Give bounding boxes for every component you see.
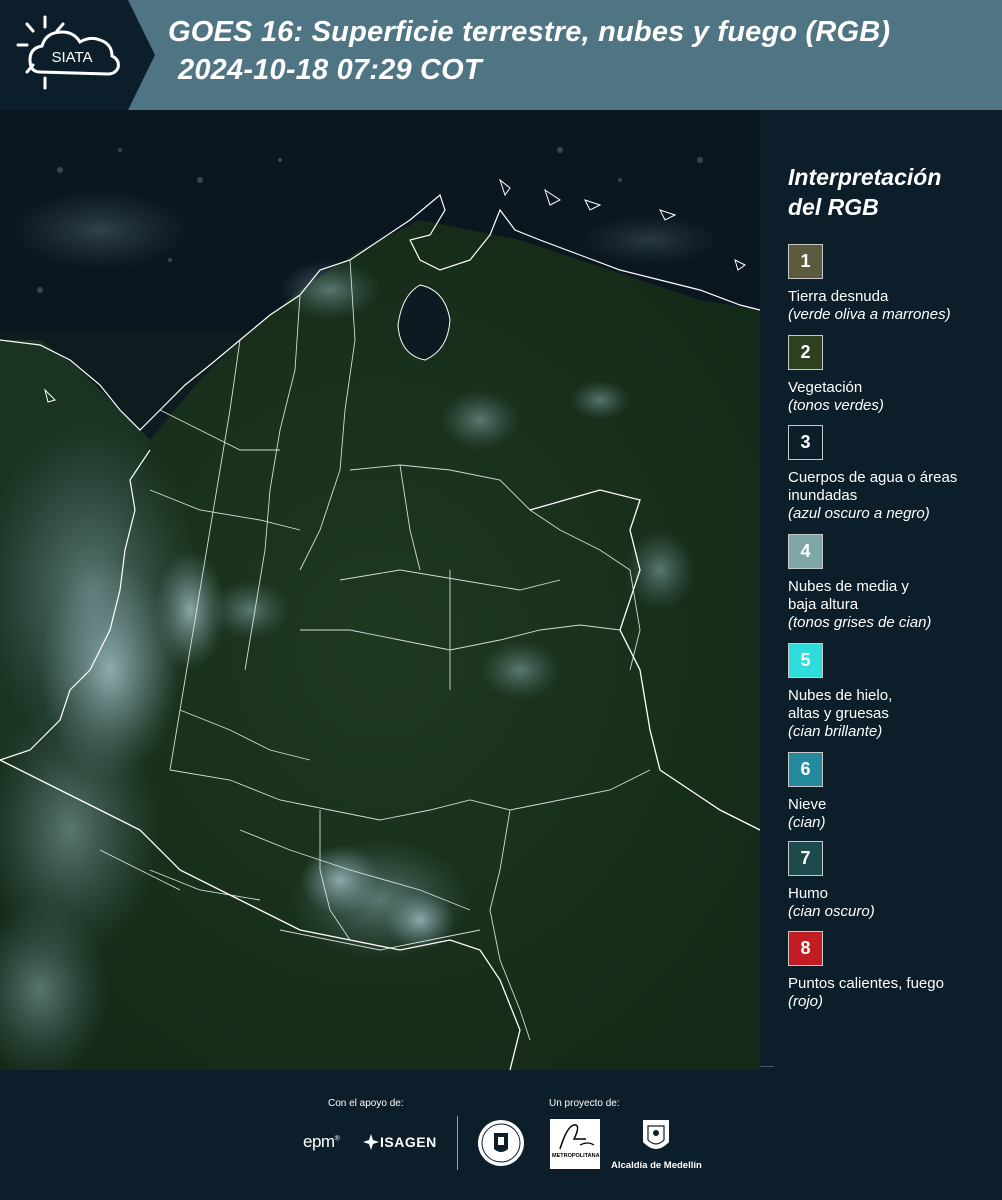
alcaldia-shield-icon (641, 1118, 671, 1156)
legend-item-2: 2 Vegetación (tonos verdes) (788, 335, 998, 415)
satellite-map[interactable] (0, 110, 760, 1070)
project-label: Un proyecto de: (549, 1098, 620, 1109)
legend-item-1: 1 Tierra desnuda (verde oliva a marrones… (788, 244, 998, 324)
divider (760, 1066, 774, 1067)
header: SIATA GOES 16: Superficie terrestre, nub… (0, 0, 1002, 110)
legend-item-8: 8 Puntos calientes, fuego (rojo) (788, 931, 998, 1011)
legend-item-5: 5 Nubes de hielo, altas y gruesas (cian … (788, 643, 998, 741)
legend-item-sub: (azul oscuro a negro) (788, 505, 930, 522)
legend-item-7: 7 Humo (cian oscuro) (788, 841, 998, 921)
legend-swatch: 4 (788, 534, 823, 569)
legend-panel: Interpretación del RGB 1 Tierra desnuda … (760, 110, 1002, 1070)
legend-swatch: 3 (788, 425, 823, 460)
legend-item-sub: (cian) (788, 814, 826, 831)
legend-title-line-1: Interpretación (788, 164, 942, 190)
legend-swatch: 5 (788, 643, 823, 678)
legend-swatch: 6 (788, 752, 823, 787)
legend-item-label: Puntos calientes, fuego (788, 975, 944, 992)
legend-item-sub: (rojo) (788, 993, 824, 1010)
epm-logo-text: epm (303, 1132, 335, 1151)
legend-title: Interpretación del RGB (788, 162, 988, 222)
title-line-1: GOES 16: Superficie terrestre, nubes y f… (168, 16, 891, 48)
support-label: Con el apoyo de: (328, 1098, 404, 1109)
university-seal-icon (477, 1119, 525, 1167)
legend-item-6: 6 Nieve (cian) (788, 752, 998, 832)
alcaldia-text: Alcaldía de Medellín (611, 1160, 702, 1171)
legend-swatch: 2 (788, 335, 823, 370)
legend-item-label: Humo (788, 885, 829, 902)
legend-item-label: Cuerpos de agua o áreas inundadas (788, 469, 958, 504)
area-metropolitana-icon (559, 1124, 595, 1150)
legend-swatch: 8 (788, 931, 823, 966)
legend-item-sub: (cian brillante) (788, 723, 883, 740)
metropolitana-text: METROPOLITANA (552, 1153, 600, 1159)
legend-title-line-2: del RGB (788, 194, 879, 220)
legend-item-4: 4 Nubes de media y baja altura (tonos gr… (788, 534, 998, 632)
legend-item-label: Tierra desnuda (788, 288, 889, 305)
title-line-2: 2024-10-18 07:29 COT (178, 54, 482, 86)
logo-text: SIATA (51, 49, 92, 66)
legend-item-sub: (tonos grises de cian) (788, 614, 932, 631)
isagen-logo-text: ISAGEN (380, 1134, 437, 1150)
legend-item-label: Nubes de media y baja altura (788, 578, 909, 613)
legend-item-sub: (verde oliva a marrones) (788, 306, 951, 323)
epm-logo: epm® (303, 1132, 340, 1152)
legend-item-label: Vegetación (788, 379, 863, 396)
legend-item-label: Nieve (788, 796, 827, 813)
footer: Con el apoyo de: Un proyecto de: epm® IS… (0, 1070, 1002, 1200)
legend-swatch: 7 (788, 841, 823, 876)
legend-item-label: Nubes de hielo, altas y gruesas (788, 687, 893, 722)
legend-item-sub: (tonos verdes) (788, 397, 884, 414)
isagen-icon (363, 1134, 379, 1150)
registered-icon: ® (334, 1135, 340, 1143)
footer-divider (457, 1116, 458, 1170)
legend-item-sub: (cian oscuro) (788, 903, 875, 920)
siata-logo: SIATA (0, 0, 155, 110)
legend-item-3: 3 Cuerpos de agua o áreas inundadas (azu… (788, 425, 998, 523)
area-metropolitana-logo: METROPOLITANA (550, 1119, 600, 1169)
legend-swatch: 1 (788, 244, 823, 279)
